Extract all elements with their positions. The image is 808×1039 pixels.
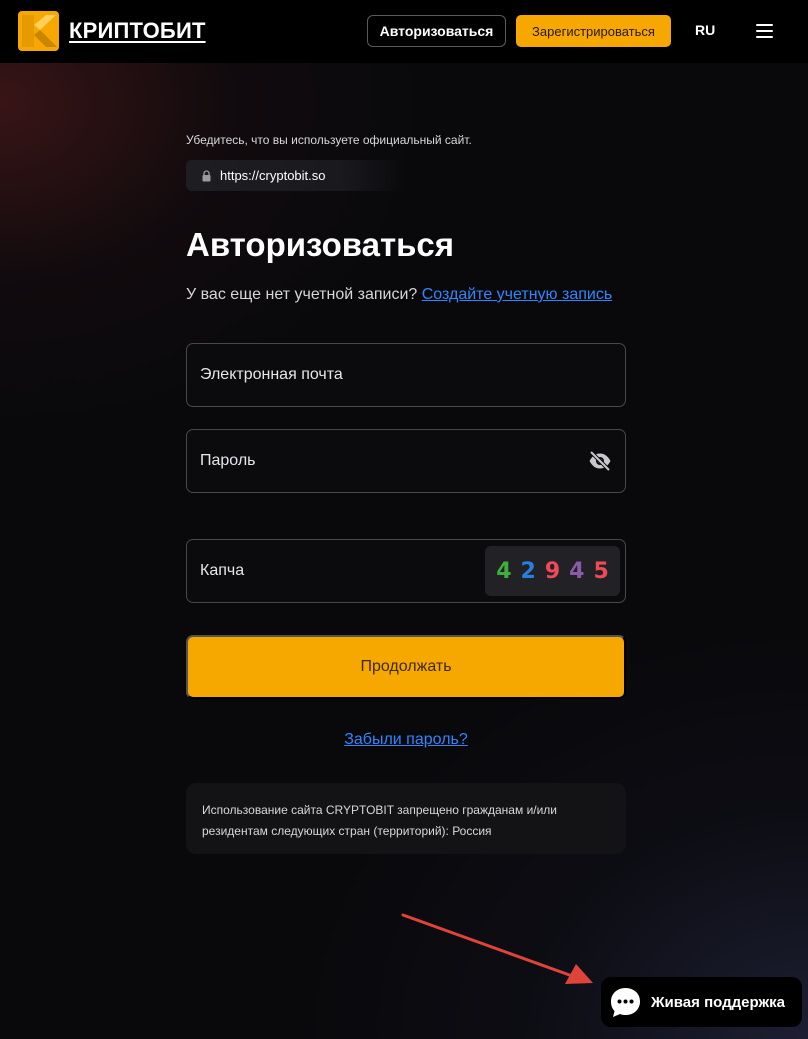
lock-icon (202, 169, 211, 181)
captcha-field[interactable]: Капча 42945 (186, 539, 626, 603)
annotation-arrow-icon (401, 913, 593, 984)
live-support-label: Живая поддержка (651, 993, 785, 1011)
forgot-password-link[interactable]: Забыли пароль? (186, 731, 626, 749)
register-button[interactable]: Зарегистрироваться (516, 15, 671, 47)
eye-off-icon[interactable] (588, 450, 612, 472)
official-url: https://cryptobit.so (220, 168, 326, 183)
captcha-image[interactable]: 42945 (485, 546, 620, 596)
chat-bubble-icon (611, 987, 640, 1017)
create-account-link[interactable]: Создайте учетную запись (422, 286, 612, 303)
password-placeholder: Пароль (200, 452, 256, 469)
logo[interactable]: КРИПТОБИТ (18, 11, 206, 51)
captcha-digit: 5 (593, 558, 609, 584)
signup-prompt: У вас еще нет учетной записи? Создайте у… (186, 287, 626, 303)
language-selector[interactable]: RU (695, 22, 715, 38)
logo-mark-icon (18, 11, 59, 51)
captcha-digit: 4 (496, 558, 512, 584)
restriction-notice: Использование сайта CRYPTOBIT запрещено … (186, 783, 626, 854)
continue-button[interactable]: Продолжать (186, 635, 626, 699)
no-account-text: У вас еще нет учетной записи? (186, 286, 418, 303)
login-button[interactable]: Авторизоваться (367, 15, 506, 47)
live-support-button[interactable]: Живая поддержка (601, 977, 802, 1027)
email-field[interactable]: Электронная почта (186, 343, 626, 407)
captcha-digit: 4 (569, 558, 585, 584)
captcha-digit: 2 (520, 558, 536, 584)
hamburger-menu-icon[interactable] (756, 24, 774, 38)
captcha-digit: 9 (544, 558, 561, 584)
email-placeholder: Электронная почта (200, 366, 343, 383)
page-title: Авторизоваться (186, 226, 455, 263)
logo-text: КРИПТОБИТ (69, 18, 206, 43)
top-header: КРИПТОБИТ Авторизоваться Зарегистрироват… (0, 0, 808, 63)
official-url-pill: https://cryptobit.so (186, 160, 404, 191)
captcha-placeholder: Капча (200, 562, 245, 579)
official-site-note: Убедитесь, что вы используете официальны… (186, 133, 472, 147)
password-field[interactable]: Пароль (186, 429, 626, 493)
